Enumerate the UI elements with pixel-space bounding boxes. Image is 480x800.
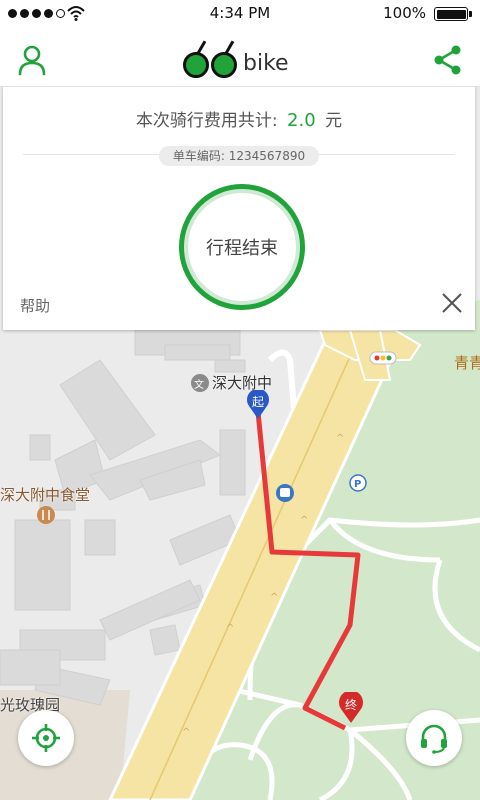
- fee-amount: 2.0: [287, 110, 316, 131]
- end-trip-button[interactable]: 行程结束: [179, 184, 305, 310]
- fee-unit: 元: [325, 111, 343, 131]
- school-icon: 文: [191, 374, 209, 392]
- app-logo: bike: [183, 38, 298, 78]
- logo-text: bike: [243, 50, 289, 76]
- restaurant-icon: [37, 506, 55, 524]
- bus-icon: [276, 484, 294, 502]
- locate-icon: [32, 724, 60, 752]
- svg-text:文: 文: [194, 378, 204, 391]
- svg-text:^: ^: [226, 623, 234, 634]
- share-icon[interactable]: [432, 44, 464, 76]
- bike-id-badge: 单车编码: 1234567890: [159, 146, 319, 166]
- map-label-canteen: 深大附中食堂: [0, 486, 91, 504]
- trip-summary-panel: 本次骑行费用共计: 2.0 元 单车编码: 1234567890 行程结束 帮助: [3, 86, 475, 330]
- customer-service-button[interactable]: [406, 710, 462, 766]
- trip-fee-line: 本次骑行费用共计: 2.0 元: [3, 106, 475, 131]
- start-marker-label: 起: [251, 395, 264, 409]
- parking-icon: P: [349, 474, 367, 492]
- end-marker-label: 终: [344, 698, 357, 712]
- end-trip-label: 行程结束: [206, 238, 278, 259]
- logo-mark: [183, 38, 241, 78]
- end-marker: 终: [338, 690, 364, 724]
- help-link[interactable]: 帮助: [20, 295, 50, 316]
- battery-percent: 100%: [383, 4, 426, 22]
- status-bar: 4:34 PM 100%: [0, 0, 480, 28]
- close-icon[interactable]: [441, 292, 463, 314]
- profile-icon[interactable]: [16, 44, 48, 76]
- fee-label: 本次骑行费用共计:: [135, 111, 278, 131]
- svg-text:P: P: [354, 479, 361, 490]
- start-marker: 起: [246, 388, 270, 420]
- traffic-light-icon: [369, 351, 397, 365]
- top-nav-bar: bike: [0, 28, 480, 87]
- headset-icon: [421, 724, 447, 754]
- locate-button[interactable]: [18, 710, 74, 766]
- svg-text:^: ^: [300, 515, 308, 526]
- svg-text:^: ^: [270, 592, 278, 603]
- battery-icon: [434, 7, 472, 21]
- map-label-green-area: 青青: [454, 354, 480, 372]
- svg-text:^: ^: [182, 727, 190, 738]
- svg-text:^: ^: [336, 433, 344, 444]
